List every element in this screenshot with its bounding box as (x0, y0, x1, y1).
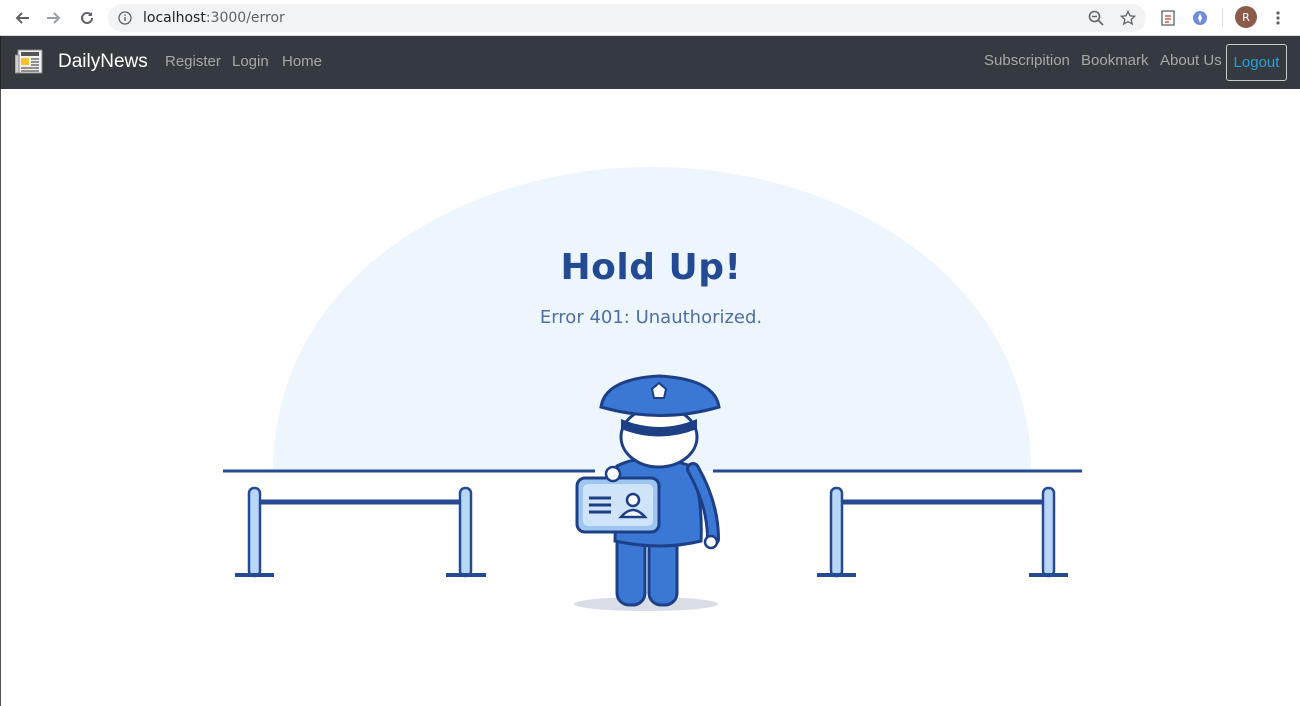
url-path: :3000/error (205, 10, 285, 26)
kebab-menu-icon (1276, 11, 1280, 25)
star-icon[interactable] (1120, 10, 1136, 26)
toolbar-divider (1222, 9, 1223, 27)
reload-icon (81, 11, 93, 24)
profile-avatar[interactable]: R (1235, 6, 1257, 28)
arrow-right-icon (47, 12, 61, 24)
logout-button[interactable]: Logout (1226, 44, 1287, 81)
error-message: Error 401: Unauthorized. (539, 307, 763, 328)
nav-about-link[interactable]: About Us (1160, 52, 1222, 69)
brand-name[interactable]: DailyNews (58, 51, 148, 73)
forward-button[interactable] (42, 6, 66, 30)
info-icon[interactable] (118, 11, 132, 25)
site-navbar: DailyNews Register Login Home Subscripit… (0, 36, 1300, 89)
zoom-icon[interactable] (1088, 10, 1104, 26)
arrow-left-icon (15, 12, 29, 24)
error-title: Hold Up! (560, 247, 742, 288)
nav-home-link[interactable]: Home (282, 53, 322, 70)
unauthorized-illustration (223, 167, 1082, 611)
error-page: Hold Up! Error 401: Unauthorized. (0, 89, 1300, 706)
nav-subscription-link[interactable]: Subscripition (984, 52, 1070, 69)
address-bar[interactable]: localhost:3000/error (108, 4, 1146, 32)
url-text[interactable]: localhost:3000/error (143, 10, 285, 26)
extension-compass-icon[interactable] (1190, 8, 1210, 28)
nav-bookmark-link[interactable]: Bookmark (1081, 52, 1149, 69)
reload-button[interactable] (75, 6, 99, 30)
extension-document-icon[interactable] (1158, 8, 1178, 28)
right-stanchion (817, 486, 1068, 578)
newspaper-icon[interactable] (15, 49, 43, 75)
url-host: localhost (143, 10, 206, 26)
left-stanchion (235, 486, 486, 578)
back-button[interactable] (10, 6, 34, 30)
nav-register-link[interactable]: Register (165, 53, 221, 70)
nav-login-link[interactable]: Login (232, 53, 269, 70)
browser-toolbar: localhost:3000/error R (0, 0, 1300, 36)
browser-menu-button[interactable] (1266, 6, 1290, 30)
